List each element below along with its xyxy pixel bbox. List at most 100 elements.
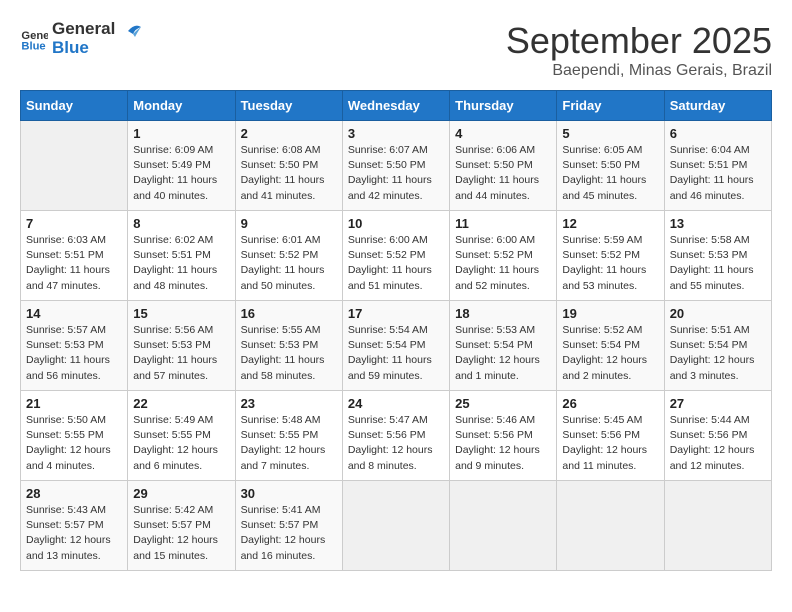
day-number: 12 <box>562 216 658 231</box>
header-day-friday: Friday <box>557 91 664 121</box>
calendar-cell: 20Sunrise: 5:51 AM Sunset: 5:54 PM Dayli… <box>664 301 771 391</box>
day-number: 25 <box>455 396 551 411</box>
day-number: 22 <box>133 396 229 411</box>
day-info: Sunrise: 5:47 AM Sunset: 5:56 PM Dayligh… <box>348 413 444 474</box>
day-number: 9 <box>241 216 337 231</box>
day-number: 20 <box>670 306 766 321</box>
month-title: September 2025 <box>506 20 772 62</box>
day-number: 15 <box>133 306 229 321</box>
week-row-2: 7 Sunrise: 6:03 AM Sunset: 5:51 PM Daylig… <box>21 211 772 301</box>
day-number: 10 <box>348 216 444 231</box>
day-info: Sunrise: 5:55 AM Sunset: 5:53 PM Dayligh… <box>241 323 337 384</box>
week-row-3: 14Sunrise: 5:57 AM Sunset: 5:53 PM Dayli… <box>21 301 772 391</box>
calendar-cell: 17 Sunrise: 5:54 AM Sunset: 5:54 PM Dayli… <box>342 301 449 391</box>
logo: General Blue General Blue <box>20 20 143 57</box>
day-info: Sunrise: 6:00 AM Sunset: 5:52 PM Dayligh… <box>348 233 444 294</box>
day-number: 29 <box>133 486 229 501</box>
day-info: Sunrise: 6:03 AM Sunset: 5:51 PM Dayligh… <box>26 233 122 294</box>
calendar-cell: 4Sunrise: 6:06 AM Sunset: 5:50 PM Daylig… <box>450 121 557 211</box>
day-number: 30 <box>241 486 337 501</box>
header-day-sunday: Sunday <box>21 91 128 121</box>
day-info: Sunrise: 5:48 AM Sunset: 5:55 PM Dayligh… <box>241 413 337 474</box>
day-number: 11 <box>455 216 551 231</box>
calendar-cell: 25 Sunrise: 5:46 AM Sunset: 5:56 PM Dayli… <box>450 391 557 481</box>
day-number: 2 <box>241 126 337 141</box>
calendar-cell: 29 Sunrise: 5:42 AM Sunset: 5:57 PM Dayli… <box>128 481 235 571</box>
day-info: Sunrise: 5:54 AM Sunset: 5:54 PM Dayligh… <box>348 323 444 384</box>
logo-bird-icon <box>113 19 143 49</box>
calendar-cell: 2 Sunrise: 6:08 AM Sunset: 5:50 PM Daylig… <box>235 121 342 211</box>
day-number: 5 <box>562 126 658 141</box>
calendar-cell: 3Sunrise: 6:07 AM Sunset: 5:50 PM Daylig… <box>342 121 449 211</box>
day-info: Sunrise: 5:58 AM Sunset: 5:53 PM Dayligh… <box>670 233 766 294</box>
day-number: 17 <box>348 306 444 321</box>
calendar-cell <box>664 481 771 571</box>
week-row-1: 1 Sunrise: 6:09 AM Sunset: 5:49 PM Daylig… <box>21 121 772 211</box>
calendar-cell: 23Sunrise: 5:48 AM Sunset: 5:55 PM Dayli… <box>235 391 342 481</box>
calendar-cell: 9 Sunrise: 6:01 AM Sunset: 5:52 PM Daylig… <box>235 211 342 301</box>
header-day-saturday: Saturday <box>664 91 771 121</box>
calendar-cell <box>21 121 128 211</box>
calendar-header: SundayMondayTuesdayWednesdayThursdayFrid… <box>21 91 772 121</box>
day-info: Sunrise: 5:42 AM Sunset: 5:57 PM Dayligh… <box>133 503 229 564</box>
day-info: Sunrise: 5:50 AM Sunset: 5:55 PM Dayligh… <box>26 413 122 474</box>
calendar-cell: 24 Sunrise: 5:47 AM Sunset: 5:56 PM Dayli… <box>342 391 449 481</box>
header-day-thursday: Thursday <box>450 91 557 121</box>
calendar-cell: 13 Sunrise: 5:58 AM Sunset: 5:53 PM Dayli… <box>664 211 771 301</box>
calendar-cell: 27 Sunrise: 5:44 AM Sunset: 5:56 PM Dayli… <box>664 391 771 481</box>
logo-general: General <box>52 20 115 39</box>
day-info: Sunrise: 5:52 AM Sunset: 5:54 PM Dayligh… <box>562 323 658 384</box>
day-info: Sunrise: 5:49 AM Sunset: 5:55 PM Dayligh… <box>133 413 229 474</box>
svg-text:Blue: Blue <box>21 40 45 52</box>
calendar-cell: 5 Sunrise: 6:05 AM Sunset: 5:50 PM Daylig… <box>557 121 664 211</box>
day-number: 18 <box>455 306 551 321</box>
title-block: September 2025 Baependi, Minas Gerais, B… <box>506 20 772 80</box>
calendar-cell: 6 Sunrise: 6:04 AM Sunset: 5:51 PM Daylig… <box>664 121 771 211</box>
day-info: Sunrise: 6:09 AM Sunset: 5:49 PM Dayligh… <box>133 143 229 204</box>
calendar-cell: 22 Sunrise: 5:49 AM Sunset: 5:55 PM Dayli… <box>128 391 235 481</box>
header-row: SundayMondayTuesdayWednesdayThursdayFrid… <box>21 91 772 121</box>
calendar-cell: 30Sunrise: 5:41 AM Sunset: 5:57 PM Dayli… <box>235 481 342 571</box>
day-info: Sunrise: 5:43 AM Sunset: 5:57 PM Dayligh… <box>26 503 122 564</box>
calendar-cell: 19Sunrise: 5:52 AM Sunset: 5:54 PM Dayli… <box>557 301 664 391</box>
calendar-cell <box>450 481 557 571</box>
day-number: 27 <box>670 396 766 411</box>
day-number: 26 <box>562 396 658 411</box>
week-row-5: 28 Sunrise: 5:43 AM Sunset: 5:57 PM Dayli… <box>21 481 772 571</box>
logo-blue: Blue <box>52 39 115 58</box>
calendar-cell <box>342 481 449 571</box>
calendar-cell: 12 Sunrise: 5:59 AM Sunset: 5:52 PM Dayli… <box>557 211 664 301</box>
day-info: Sunrise: 6:06 AM Sunset: 5:50 PM Dayligh… <box>455 143 551 204</box>
day-number: 21 <box>26 396 122 411</box>
day-info: Sunrise: 6:01 AM Sunset: 5:52 PM Dayligh… <box>241 233 337 294</box>
calendar-cell: 26 Sunrise: 5:45 AM Sunset: 5:56 PM Dayli… <box>557 391 664 481</box>
day-number: 7 <box>26 216 122 231</box>
day-info: Sunrise: 6:04 AM Sunset: 5:51 PM Dayligh… <box>670 143 766 204</box>
calendar-cell: 14Sunrise: 5:57 AM Sunset: 5:53 PM Dayli… <box>21 301 128 391</box>
calendar-cell: 21 Sunrise: 5:50 AM Sunset: 5:55 PM Dayli… <box>21 391 128 481</box>
calendar-cell: 1 Sunrise: 6:09 AM Sunset: 5:49 PM Daylig… <box>128 121 235 211</box>
day-number: 6 <box>670 126 766 141</box>
calendar-cell: 28 Sunrise: 5:43 AM Sunset: 5:57 PM Dayli… <box>21 481 128 571</box>
day-info: Sunrise: 5:44 AM Sunset: 5:56 PM Dayligh… <box>670 413 766 474</box>
day-info: Sunrise: 5:59 AM Sunset: 5:52 PM Dayligh… <box>562 233 658 294</box>
day-number: 8 <box>133 216 229 231</box>
day-info: Sunrise: 6:02 AM Sunset: 5:51 PM Dayligh… <box>133 233 229 294</box>
calendar-cell <box>557 481 664 571</box>
day-info: Sunrise: 5:46 AM Sunset: 5:56 PM Dayligh… <box>455 413 551 474</box>
day-info: Sunrise: 5:45 AM Sunset: 5:56 PM Dayligh… <box>562 413 658 474</box>
day-number: 14 <box>26 306 122 321</box>
calendar-cell: 16Sunrise: 5:55 AM Sunset: 5:53 PM Dayli… <box>235 301 342 391</box>
day-info: Sunrise: 6:08 AM Sunset: 5:50 PM Dayligh… <box>241 143 337 204</box>
day-info: Sunrise: 6:07 AM Sunset: 5:50 PM Dayligh… <box>348 143 444 204</box>
week-row-4: 21 Sunrise: 5:50 AM Sunset: 5:55 PM Dayli… <box>21 391 772 481</box>
day-number: 13 <box>670 216 766 231</box>
day-info: Sunrise: 5:56 AM Sunset: 5:53 PM Dayligh… <box>133 323 229 384</box>
day-number: 24 <box>348 396 444 411</box>
day-number: 1 <box>133 126 229 141</box>
day-number: 28 <box>26 486 122 501</box>
calendar-cell: 8 Sunrise: 6:02 AM Sunset: 5:51 PM Daylig… <box>128 211 235 301</box>
day-info: Sunrise: 6:05 AM Sunset: 5:50 PM Dayligh… <box>562 143 658 204</box>
calendar-cell: 18Sunrise: 5:53 AM Sunset: 5:54 PM Dayli… <box>450 301 557 391</box>
calendar-cell: 11Sunrise: 6:00 AM Sunset: 5:52 PM Dayli… <box>450 211 557 301</box>
